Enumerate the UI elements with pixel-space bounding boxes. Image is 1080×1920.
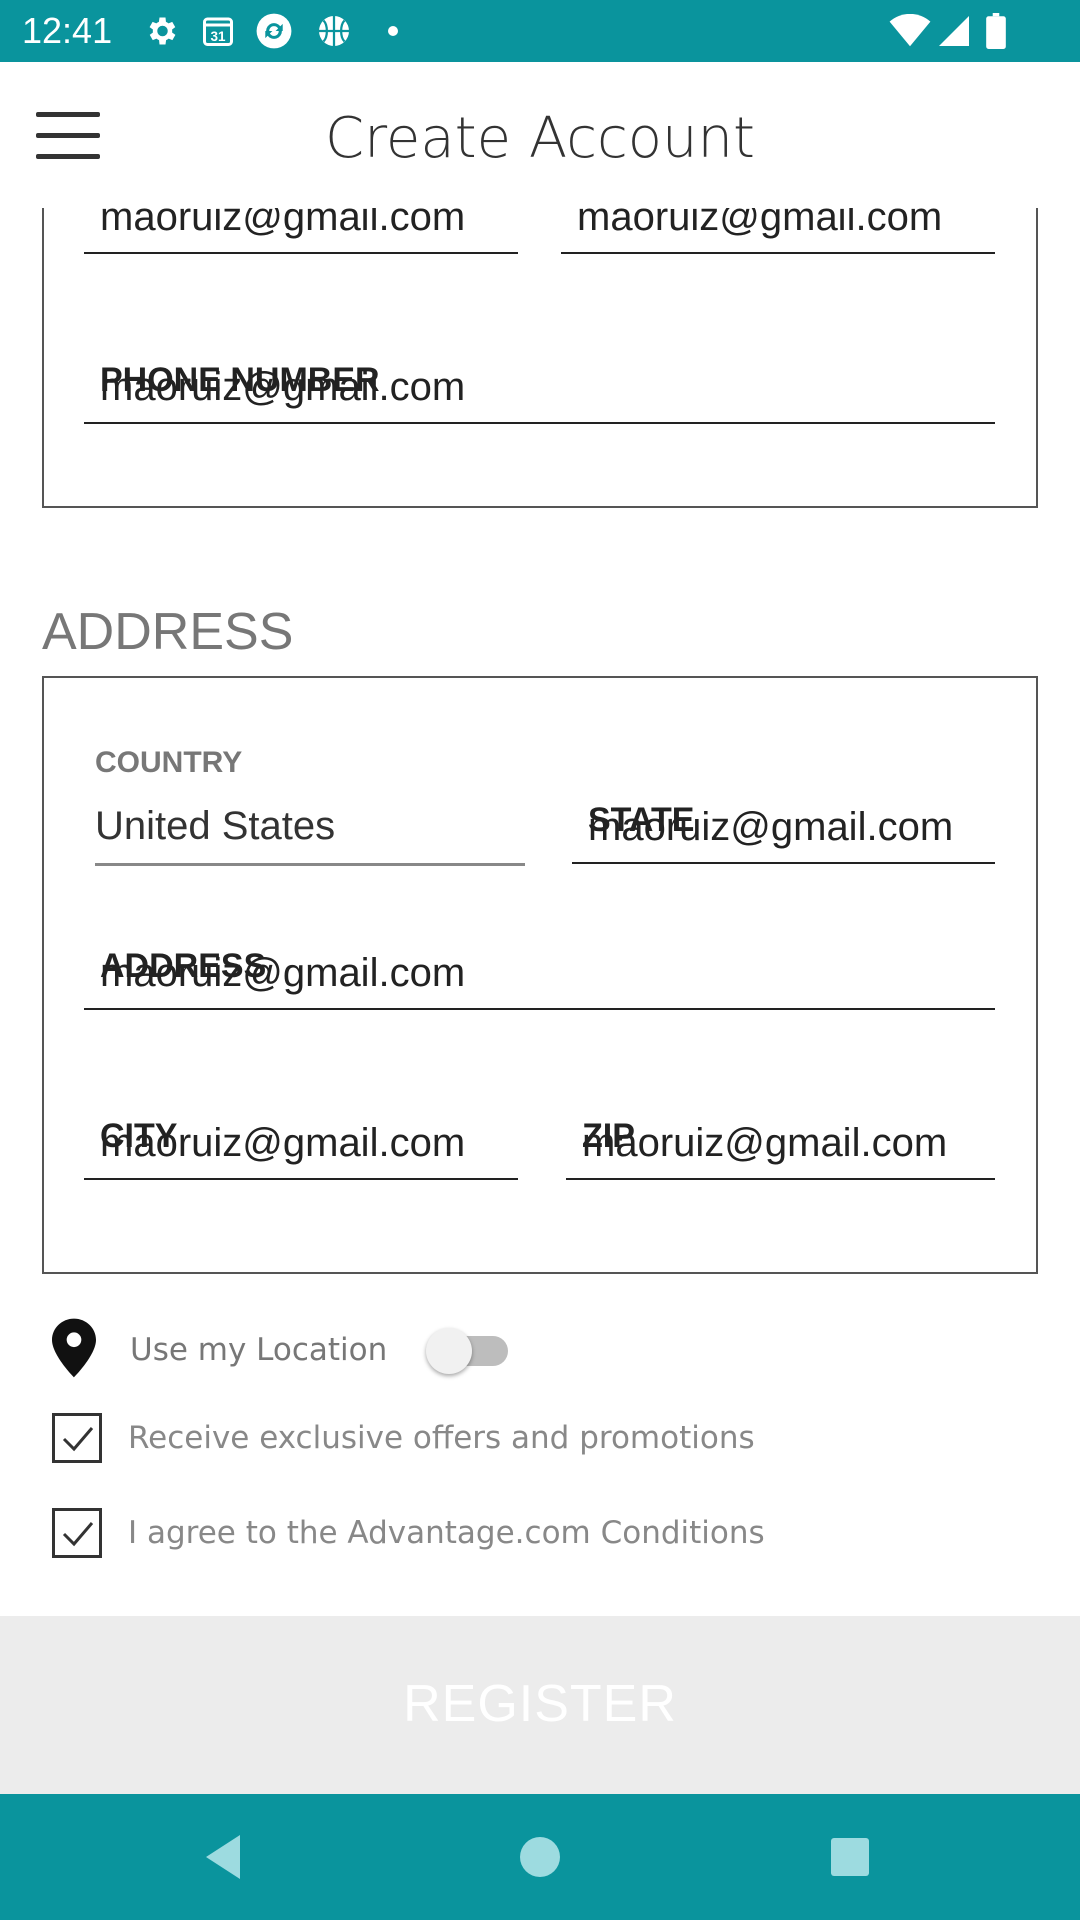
form-scroll-area[interactable]: maoruiz@gmail.com maoruiz@gmail.com PHON…	[0, 208, 1080, 1794]
page-title: Create Account	[325, 106, 755, 171]
confirm-email-field-value: maoruiz@gmail.com	[577, 208, 943, 239]
checkmark-icon	[62, 1522, 94, 1547]
email-field-value: maoruiz@gmail.com	[100, 208, 466, 239]
register-button[interactable]: REGISTER	[0, 1616, 1080, 1794]
svg-text:31: 31	[210, 29, 226, 44]
address-value: maoruiz@gmail.com	[100, 951, 466, 995]
status-time: 12:41	[22, 10, 113, 51]
dot-icon	[386, 12, 400, 50]
state-value: maoruiz@gmail.com	[588, 805, 954, 849]
use-location-row: Use my Location	[52, 1318, 387, 1382]
home-circle-icon[interactable]	[510, 1827, 570, 1887]
wifi-icon	[888, 12, 932, 50]
register-button-label: REGISTER	[403, 1675, 677, 1733]
battery-icon	[982, 12, 1010, 50]
back-triangle-icon[interactable]	[196, 1827, 256, 1887]
gear-icon	[142, 12, 180, 50]
agree-label: I agree to the Advantage.com Conditions	[128, 1515, 765, 1551]
zip-field[interactable]: ZIP maoruiz@gmail.com	[566, 1080, 995, 1180]
phone-number-field[interactable]: PHONE NUMBER maoruiz@gmail.com	[84, 324, 995, 424]
sync-app-icon	[254, 12, 294, 50]
city-field[interactable]: CITY maoruiz@gmail.com	[84, 1080, 518, 1180]
agree-row: I agree to the Advantage.com Conditions	[52, 1506, 765, 1560]
country-select[interactable]: United States	[95, 786, 525, 866]
basketball-icon	[314, 12, 354, 50]
use-location-toggle[interactable]	[426, 1322, 510, 1378]
offers-label: Receive exclusive offers and promotions	[128, 1420, 755, 1456]
location-pin-icon	[52, 1318, 104, 1382]
country-label: COUNTRY	[95, 746, 243, 779]
use-location-label: Use my Location	[130, 1332, 388, 1368]
toggle-knob	[426, 1328, 472, 1374]
recents-square-icon[interactable]	[820, 1827, 880, 1887]
city-value: maoruiz@gmail.com	[100, 1121, 466, 1165]
confirm-email-field[interactable]: maoruiz@gmail.com	[561, 208, 995, 254]
offers-row: Receive exclusive offers and promotions	[52, 1411, 755, 1465]
calendar-icon: 31	[198, 12, 238, 50]
address-field[interactable]: ADDRESS maoruiz@gmail.com	[84, 910, 995, 1010]
offers-checkbox[interactable]	[52, 1413, 102, 1463]
system-nav-bar	[0, 1794, 1080, 1920]
status-bar: 12:41 31	[0, 0, 1080, 62]
app-bar: Create Account	[0, 62, 1080, 208]
country-value: United States	[95, 804, 336, 848]
agree-checkbox[interactable]	[52, 1508, 102, 1558]
address-section-title: ADDRESS	[42, 603, 294, 661]
phone-number-value: maoruiz@gmail.com	[100, 365, 466, 409]
signal-icon	[934, 12, 974, 50]
zip-value: maoruiz@gmail.com	[582, 1121, 948, 1165]
email-field[interactable]: maoruiz@gmail.com	[84, 208, 518, 254]
checkmark-icon	[62, 1427, 94, 1452]
state-field[interactable]: STATE maoruiz@gmail.com	[572, 764, 995, 864]
